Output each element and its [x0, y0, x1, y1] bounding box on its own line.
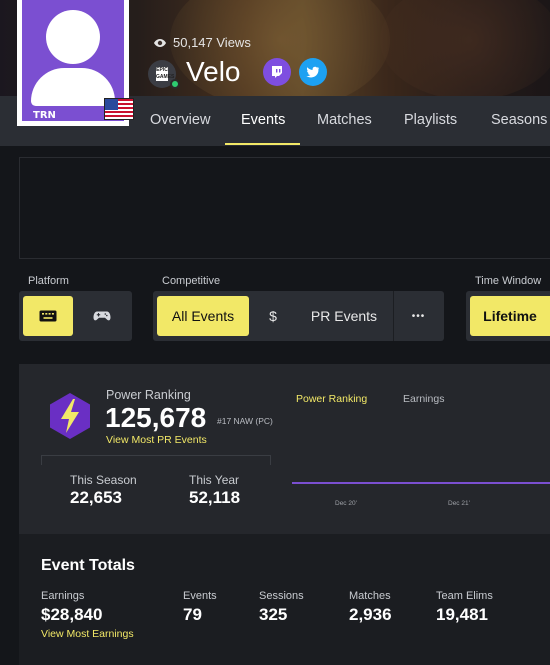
time-window-label: Time Window	[475, 275, 542, 287]
tab-events[interactable]: Events	[226, 96, 300, 146]
twitter-icon[interactable]	[299, 58, 327, 86]
eye-icon	[154, 38, 166, 47]
epic-games-icon[interactable]: EPIC GAMES	[148, 60, 180, 89]
trn-badge: TRN	[33, 110, 56, 121]
earnings-filter-button[interactable]: $	[253, 296, 293, 336]
chart-tick-label: Dec 20'	[335, 500, 357, 507]
chart-tick-label: Dec 21'	[448, 500, 470, 507]
events-value: 79	[183, 605, 202, 624]
power-ranking-rank: #17 NAW (PC)	[217, 416, 273, 426]
view-most-pr-events-link[interactable]: View Most PR Events	[106, 434, 207, 446]
ad-placeholder	[19, 157, 550, 259]
matches-label: Matches	[349, 590, 391, 602]
matches-value: 2,936	[349, 605, 392, 624]
power-ranking-card	[19, 364, 550, 534]
player-name: Velo	[186, 56, 241, 87]
team-elims-value: 19,481	[436, 605, 488, 624]
platform-label: Platform	[28, 275, 69, 287]
views-text: 50,147 Views	[173, 35, 251, 50]
platform-filter	[19, 291, 132, 341]
earnings-value: $28,840	[41, 605, 103, 624]
pr-events-button[interactable]: PR Events	[298, 296, 390, 336]
chart-tab-earnings[interactable]: Earnings	[403, 393, 444, 405]
divider	[41, 455, 271, 456]
event-totals-title: Event Totals	[41, 557, 135, 574]
power-ranking-chart-line	[292, 482, 550, 484]
verified-check-icon	[170, 79, 180, 89]
tab-seasons[interactable]: Seasons	[476, 96, 550, 146]
view-count: 50,147 Views	[153, 35, 251, 50]
power-ranking-label: Power Ranking	[106, 388, 191, 402]
twitch-icon[interactable]	[263, 58, 291, 86]
gamepad-icon	[93, 311, 111, 321]
power-ranking-value: 125,678	[105, 402, 207, 433]
this-season-label: This Season	[70, 473, 137, 487]
competitive-label: Competitive	[162, 275, 221, 287]
keyboard-button[interactable]	[23, 296, 73, 336]
tab-playlists[interactable]: Playlists	[389, 96, 472, 146]
this-season-value: 22,653	[70, 488, 122, 507]
time-window-filter: Lifetime	[466, 291, 550, 341]
tab-overview[interactable]: Overview	[135, 96, 225, 146]
keyboard-icon	[39, 310, 57, 322]
earnings-label: Earnings	[41, 590, 85, 602]
more-options-button[interactable]: •••	[397, 296, 440, 336]
power-ranking-icon	[50, 393, 90, 439]
us-flag-icon	[104, 98, 134, 120]
sessions-value: 325	[259, 605, 288, 624]
team-elims-label: Team Elims	[436, 590, 493, 602]
sessions-label: Sessions	[259, 590, 304, 602]
this-year-label: This Year	[189, 473, 240, 487]
competitive-filter: All Events $ PR Events •••	[153, 291, 444, 341]
events-label: Events	[183, 590, 217, 602]
divider	[41, 455, 42, 465]
gamepad-button[interactable]	[77, 296, 127, 336]
this-year-value: 52,118	[189, 488, 241, 507]
lifetime-button[interactable]: Lifetime	[470, 296, 550, 336]
divider	[270, 455, 271, 465]
chart-tab-power-ranking[interactable]: Power Ranking	[296, 393, 367, 405]
tab-matches[interactable]: Matches	[302, 96, 387, 146]
all-events-button[interactable]: All Events	[157, 296, 249, 336]
view-most-earnings-link[interactable]: View Most Earnings	[41, 628, 134, 640]
active-tab-indicator	[225, 143, 300, 145]
